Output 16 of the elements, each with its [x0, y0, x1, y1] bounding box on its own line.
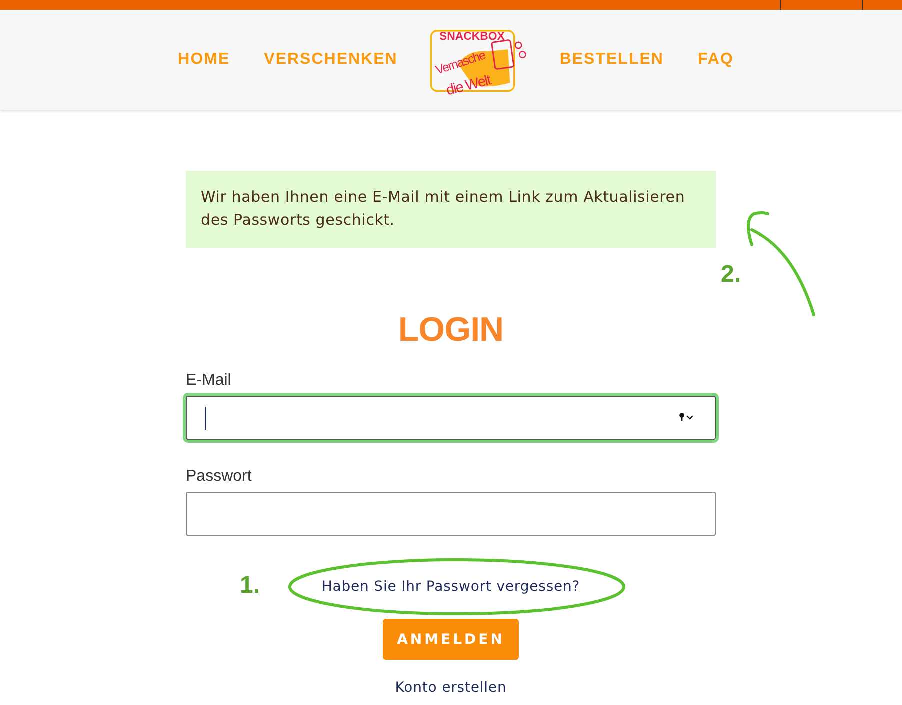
nav-link[interactable]: BESTELLEN	[560, 51, 664, 69]
annotation-number: 2.	[721, 261, 742, 289]
login-button[interactable]: ANMELDEN	[383, 619, 519, 660]
annotation-number: 1.	[240, 572, 260, 600]
password-field[interactable]	[186, 492, 716, 536]
nav-link[interactable]: FAQ	[698, 51, 734, 69]
key-dropdown-icon[interactable]	[679, 412, 695, 423]
nav-link[interactable]: HOME	[178, 51, 230, 69]
nav-link[interactable]: VERSCHENKEN	[264, 51, 398, 69]
field-label: Passwort	[186, 468, 253, 486]
field-label: E-Mail	[186, 372, 232, 390]
create-account-link[interactable]: Konto erstellen	[395, 680, 507, 696]
login-title: LOGIN	[398, 310, 504, 350]
success-message: Wir haben Ihnen eine E-Mail mit einem Link zum Aktualisieren des Passworts geschickt.	[186, 171, 716, 248]
email-field[interactable]	[186, 396, 716, 440]
text-cursor	[205, 407, 206, 430]
